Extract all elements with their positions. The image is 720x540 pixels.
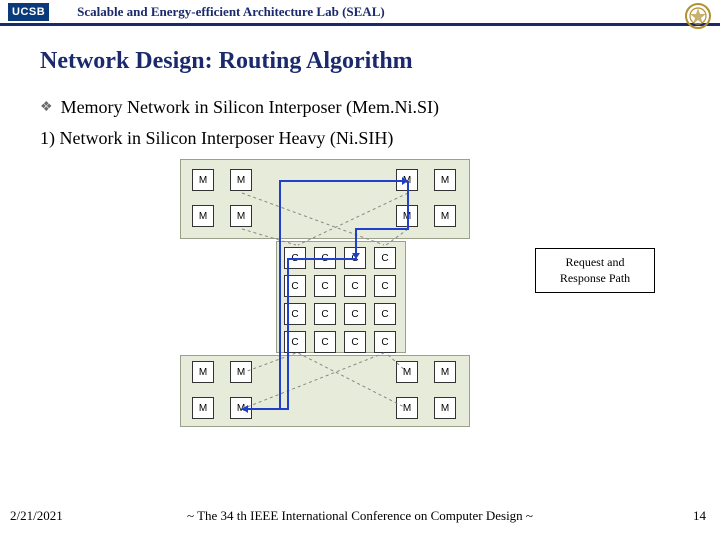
top-memory-panel [180, 159, 470, 239]
node-c: C [344, 331, 366, 353]
node-m: M [396, 169, 418, 191]
node-m: M [396, 361, 418, 383]
node-m: M [230, 205, 252, 227]
node-m: M [230, 169, 252, 191]
footer-page: 14 [693, 508, 706, 524]
node-m: M [434, 205, 456, 227]
node-m: M [396, 397, 418, 419]
seal-badge-icon [684, 2, 712, 30]
node-c: C [284, 275, 306, 297]
node-c: C [344, 303, 366, 325]
node-c: C [314, 303, 336, 325]
node-c: C [284, 247, 306, 269]
legend-line2: Response Path [540, 271, 650, 287]
legend-line1: Request and [540, 255, 650, 271]
node-c: C [314, 275, 336, 297]
lab-name: Scalable and Energy-efficient Architectu… [77, 4, 385, 20]
node-m: M [192, 205, 214, 227]
node-c: C [374, 331, 396, 353]
node-c: C [314, 247, 336, 269]
node-c: C [314, 331, 336, 353]
ucsb-logo: UCSB [8, 3, 49, 21]
node-m: M [434, 361, 456, 383]
node-c: C [284, 331, 306, 353]
node-m: M [434, 397, 456, 419]
node-c: C [344, 275, 366, 297]
node-m: M [230, 361, 252, 383]
node-m: M [192, 397, 214, 419]
node-c: C [374, 275, 396, 297]
node-c: C [374, 303, 396, 325]
node-c: C [284, 303, 306, 325]
network-diagram: M M M M M M M M C C C C C C C C C C C C … [180, 159, 470, 429]
bullet-text: Memory Network in Silicon Interposer (Me… [61, 97, 439, 118]
bottom-memory-panel [180, 355, 470, 427]
node-m: M [192, 169, 214, 191]
node-c: C [344, 247, 366, 269]
slide-header: UCSB Scalable and Energy-efficient Archi… [0, 0, 720, 26]
node-m: M [434, 169, 456, 191]
page-title: Network Design: Routing Algorithm [40, 48, 720, 75]
footer-center: ~ The 34 th IEEE International Conferenc… [0, 508, 720, 524]
legend-box: Request and Response Path [535, 248, 655, 293]
bullet-line: ❖ Memory Network in Silicon Interposer (… [40, 97, 720, 118]
node-m: M [396, 205, 418, 227]
node-m: M [192, 361, 214, 383]
subline-text: 1) Network in Silicon Interposer Heavy (… [40, 128, 720, 149]
diamond-bullet-icon: ❖ [40, 99, 53, 116]
node-m: M [230, 397, 252, 419]
node-c: C [374, 247, 396, 269]
